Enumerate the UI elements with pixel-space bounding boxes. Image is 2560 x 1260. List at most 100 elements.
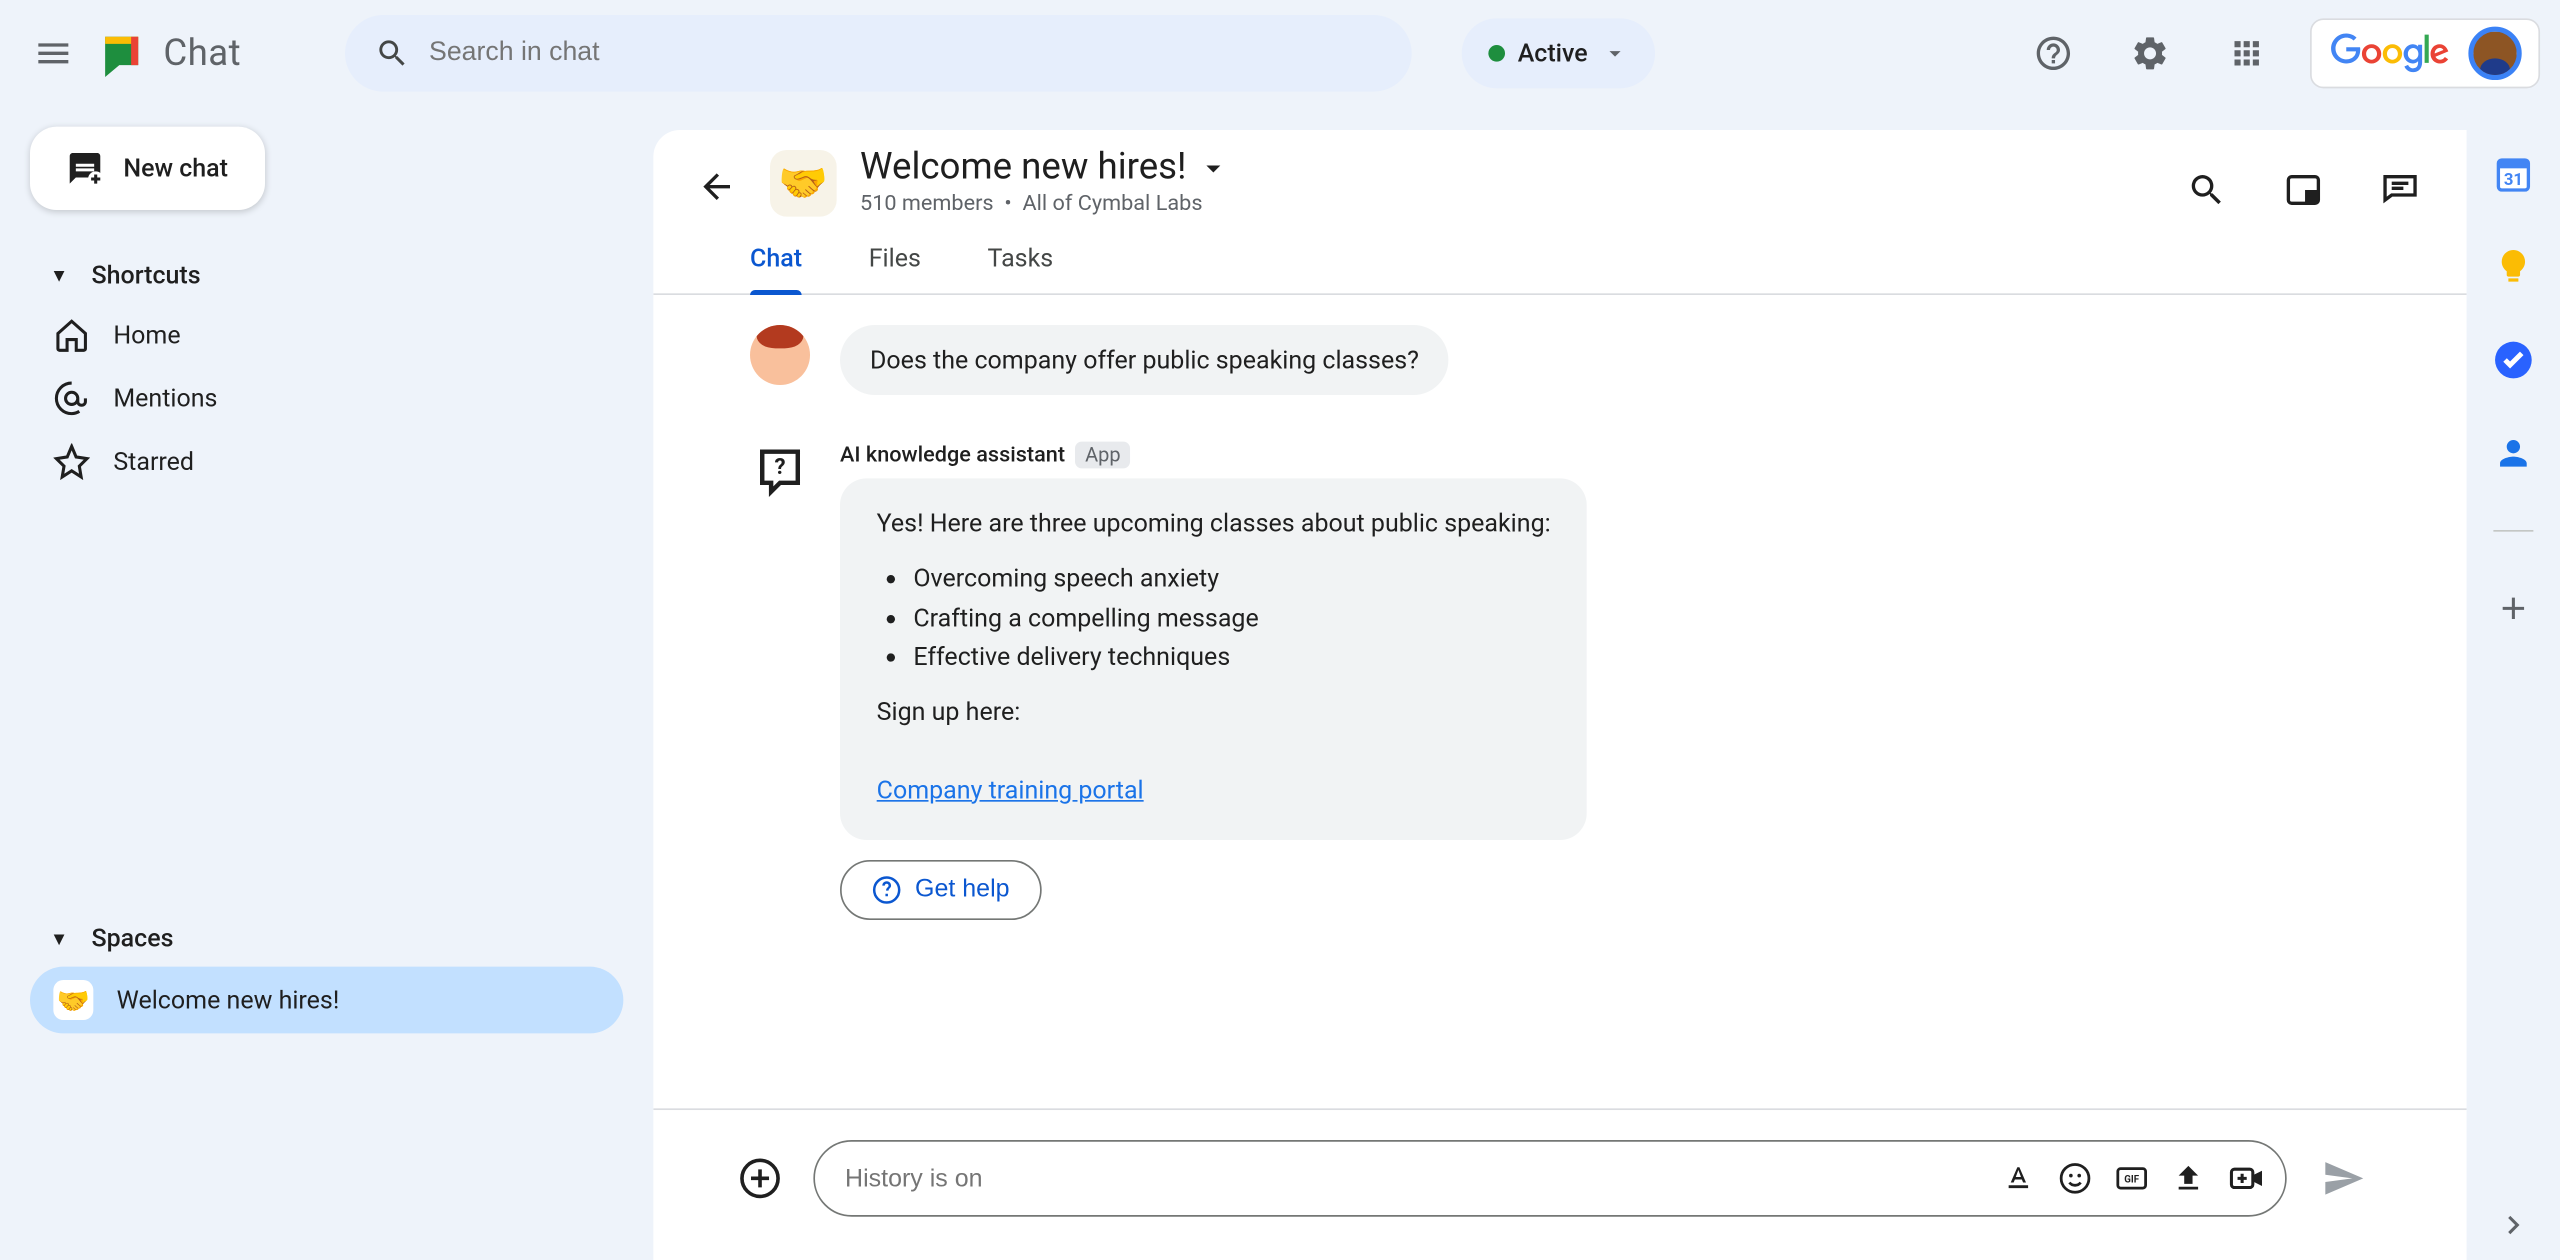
user-message-bubble: Does the company offer public speaking c… <box>840 325 1449 395</box>
search-input[interactable] <box>429 38 1381 68</box>
help-button[interactable] <box>2020 20 2087 87</box>
training-portal-link[interactable]: Company training portal <box>877 774 1144 804</box>
upload-icon <box>2172 1162 2205 1195</box>
shortcuts-section: ▼ Shortcuts Home Mentions Starred <box>30 247 623 494</box>
arrow-left-icon <box>697 167 737 207</box>
tab-files[interactable]: Files <box>869 243 921 293</box>
new-chat-button[interactable]: New chat <box>30 127 265 210</box>
space-avatar: 🤝 <box>770 150 837 217</box>
composer-area: GIF <box>653 1108 2466 1260</box>
home-icon <box>53 317 90 354</box>
space-item-welcome-new-hires[interactable]: 🤝 Welcome new hires! <box>30 967 623 1034</box>
sidepanel-tasks[interactable] <box>2490 337 2537 384</box>
gear-icon <box>2130 33 2170 73</box>
right-side-panel: 31 <box>2467 130 2560 1260</box>
space-title-block: Welcome new hires! 510 members • All of … <box>860 147 1230 217</box>
message-composer[interactable]: GIF <box>813 1140 2286 1217</box>
space-title[interactable]: Welcome new hires! <box>860 147 1230 189</box>
topbar-right <box>2020 18 2540 88</box>
spaces-section: ▼ Spaces 🤝 Welcome new hires! <box>30 910 623 1033</box>
keep-icon <box>2493 247 2533 287</box>
tab-tasks[interactable]: Tasks <box>988 243 1054 293</box>
top-bar: Chat Active <box>0 0 2560 107</box>
person-icon <box>2493 433 2533 473</box>
sidepanel-calendar[interactable]: 31 <box>2490 150 2537 197</box>
status-label: Active <box>1518 38 1588 68</box>
apps-button[interactable] <box>2213 20 2280 87</box>
composer-icons: GIF <box>2002 1160 2265 1197</box>
space-search-button[interactable] <box>2173 157 2240 224</box>
user-message-avatar <box>750 325 810 385</box>
plus-circle-icon <box>738 1157 781 1200</box>
toggle-sidepanel-button[interactable] <box>2270 157 2337 224</box>
chevron-down-icon <box>1601 40 1628 67</box>
emoji-button[interactable] <box>2058 1162 2091 1195</box>
video-button[interactable] <box>2228 1160 2265 1197</box>
help-icon <box>2033 33 2073 73</box>
app-badge: App <box>1075 442 1131 469</box>
sidebar-item-mentions[interactable]: Mentions <box>30 367 623 430</box>
space-header: 🤝 Welcome new hires! 510 members • All o… <box>653 130 2466 223</box>
thread-panel-button[interactable] <box>2367 157 2434 224</box>
ai-avatar: ? <box>750 442 810 502</box>
message-ai: ? AI knowledge assistant App Yes! Here a… <box>750 442 2370 920</box>
ai-message-bubble: Yes! Here are three upcoming classes abo… <box>840 478 1587 839</box>
send-button[interactable] <box>2310 1145 2377 1212</box>
emoji-icon <box>2058 1162 2091 1195</box>
sidepanel-add[interactable] <box>2490 585 2537 632</box>
apps-icon <box>2228 35 2265 72</box>
video-plus-icon <box>2228 1160 2265 1197</box>
account-switcher[interactable] <box>2310 18 2540 88</box>
get-help-button[interactable]: Get help <box>840 860 1041 920</box>
chat-lines-icon <box>2380 170 2420 210</box>
space-emoji-icon: 🤝 <box>53 980 93 1020</box>
sidepanel-divider <box>2493 530 2533 532</box>
user-avatar <box>2468 27 2521 80</box>
sidepanel-contacts[interactable] <box>2490 430 2537 477</box>
chat-logo[interactable]: Chat <box>93 25 241 82</box>
ai-sender-name: AI knowledge assistant App <box>840 442 1587 469</box>
google-logo-icon <box>2328 33 2451 73</box>
left-sidebar: New chat ▼ Shortcuts Home Mentions Starr… <box>0 107 653 1260</box>
sidepanel-keep[interactable] <box>2490 243 2537 290</box>
ai-app-icon: ? <box>753 445 806 498</box>
settings-button[interactable] <box>2117 20 2184 87</box>
format-button[interactable] <box>2002 1162 2035 1195</box>
gif-icon: GIF <box>2115 1162 2148 1195</box>
upload-button[interactable] <box>2172 1162 2205 1195</box>
spaces-header[interactable]: ▼ Spaces <box>30 910 623 967</box>
status-pill[interactable]: Active <box>1461 18 1654 88</box>
sidepanel-collapse[interactable] <box>2495 1207 2532 1244</box>
main-menu-button[interactable] <box>20 20 87 87</box>
sidebar-item-home[interactable]: Home <box>30 303 623 366</box>
new-chat-icon <box>67 150 104 187</box>
plus-icon <box>2495 590 2532 627</box>
panel-icon <box>2283 170 2323 210</box>
back-button[interactable] <box>687 157 747 217</box>
tasks-icon <box>2493 340 2533 380</box>
tab-chat[interactable]: Chat <box>750 243 802 293</box>
search-icon <box>2187 170 2227 210</box>
svg-text:31: 31 <box>2504 171 2523 190</box>
add-attachment-button[interactable] <box>730 1148 790 1208</box>
sidebar-item-starred[interactable]: Starred <box>30 430 623 493</box>
gif-button[interactable]: GIF <box>2115 1162 2148 1195</box>
star-icon <box>53 443 90 480</box>
space-tabs: Chat Files Tasks <box>653 223 2466 295</box>
shortcuts-header[interactable]: ▼ Shortcuts <box>30 247 623 304</box>
caret-down-icon: ▼ <box>50 928 68 950</box>
new-chat-label: New chat <box>123 153 228 183</box>
search-icon <box>374 35 409 72</box>
text-format-icon <box>2002 1162 2035 1195</box>
space-header-actions <box>2173 157 2433 224</box>
chevron-down-icon <box>1197 151 1230 184</box>
search-bar[interactable] <box>344 15 1411 92</box>
svg-text:GIF: GIF <box>2124 1175 2139 1186</box>
chevron-right-icon <box>2495 1207 2532 1244</box>
ai-message-block: AI knowledge assistant App Yes! Here are… <box>840 442 1587 920</box>
svg-text:?: ? <box>774 454 785 480</box>
chat-logo-icon <box>93 25 150 82</box>
app-name: Chat <box>163 33 241 75</box>
message-input[interactable] <box>845 1164 2002 1192</box>
status-dot-icon <box>1488 45 1505 62</box>
